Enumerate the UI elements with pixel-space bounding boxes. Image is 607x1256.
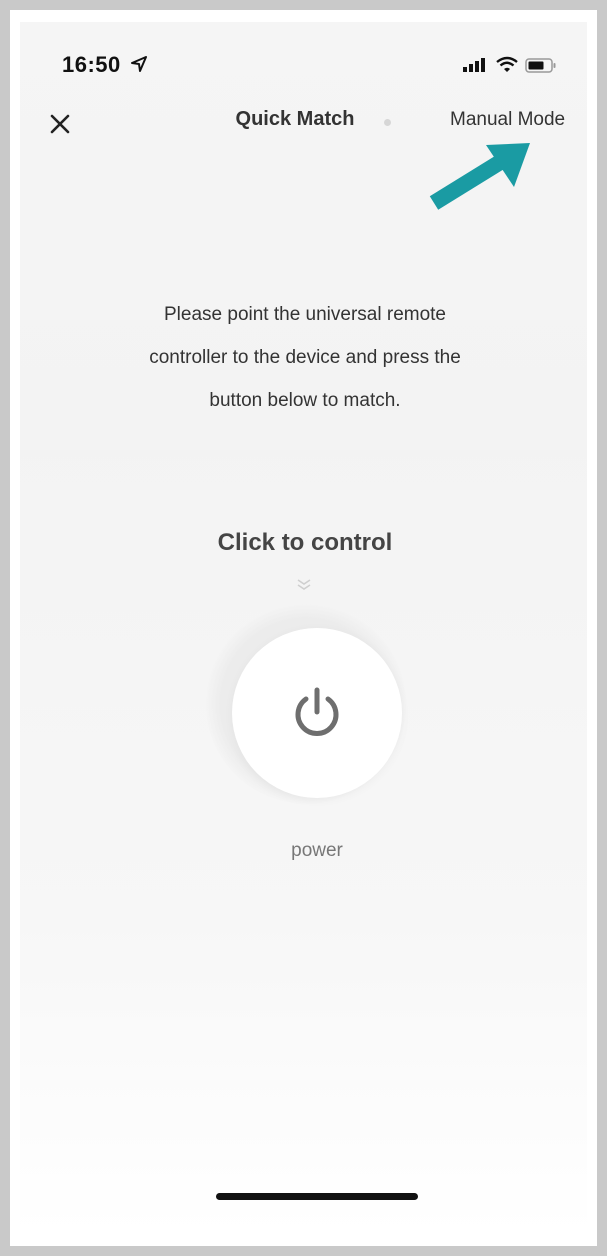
screenshot-frame: 16:50 Quick Match Manual Mode Please poi… [10,10,597,1246]
phone-screen: 16:50 Quick Match Manual Mode Please poi… [20,22,587,1234]
cellular-signal-icon [463,58,485,72]
power-button[interactable] [232,628,402,798]
title-indicator-dot [384,119,391,126]
pointer-arrow-icon [429,143,530,210]
battery-icon [525,58,556,73]
manual-mode-button[interactable]: Manual Mode [450,109,565,131]
status-time: 16:50 [62,52,121,77]
match-instructions: Please point the universal remote contro… [100,293,510,422]
instruction-line: controller to the device and press the [149,347,461,368]
close-button[interactable] [44,108,76,140]
instruction-line: button below to match. [209,390,401,411]
power-icon [295,687,339,736]
home-indicator[interactable] [216,1193,418,1200]
wifi-icon [496,56,518,72]
page-title: Quick Match [235,108,355,130]
location-arrow-icon [131,56,147,72]
instruction-line: Please point the universal remote [164,304,446,325]
click-to-control-label: Click to control [217,529,393,556]
close-icon [50,114,70,134]
chevron-down-icon [297,579,311,590]
power-label: power [291,840,343,861]
